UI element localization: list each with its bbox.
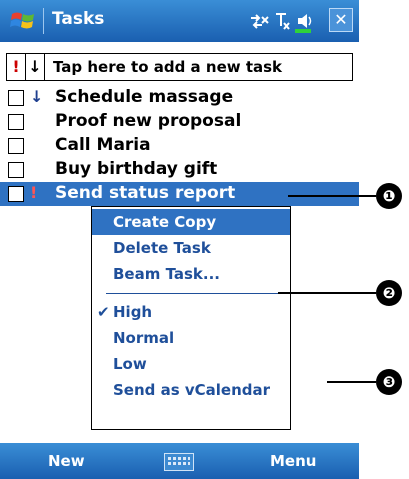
menu-item-label: Send as vCalendar (113, 381, 271, 399)
pocketpc-screen: Tasks ✕ ! ↓ Tap here to add a new task ↓ (0, 0, 359, 479)
task-row[interactable]: Buy birthday gift (0, 158, 359, 182)
add-task-hint[interactable]: Tap here to add a new task (53, 54, 282, 80)
speaker-icon (298, 14, 312, 28)
title-bar: Tasks ✕ (0, 0, 359, 42)
keyboard-icon[interactable] (164, 453, 194, 471)
battery-icon (295, 29, 311, 33)
signal-off-icon (276, 13, 290, 30)
menu-item-create-copy[interactable]: Create Copy (92, 209, 290, 235)
title-separator (43, 8, 44, 34)
menu-item-label: High (113, 303, 153, 321)
task-row[interactable]: Call Maria (0, 134, 359, 158)
status-icons[interactable] (248, 8, 326, 34)
task-row[interactable]: Proof new proposal (0, 110, 359, 134)
task-checkbox[interactable] (8, 186, 24, 202)
new-softkey[interactable]: New (48, 452, 85, 470)
priority-column-button[interactable]: ! (7, 54, 26, 80)
task-label[interactable]: Buy birthday gift (55, 159, 217, 179)
sort-column-button[interactable]: ↓ (26, 54, 45, 80)
task-label[interactable]: Schedule massage (55, 87, 233, 107)
high-priority-icon: ! (30, 183, 38, 202)
task-checkbox[interactable] (8, 114, 24, 130)
task-checkbox[interactable] (8, 138, 24, 154)
task-checkbox[interactable] (8, 90, 24, 106)
menu-item-delete-task[interactable]: Delete Task (92, 235, 290, 261)
callout-line (288, 195, 376, 197)
connectivity-icon (251, 14, 262, 29)
app-title: Tasks (52, 9, 105, 29)
menu-item-label: Beam Task... (113, 265, 220, 283)
menu-item-label: Normal (113, 329, 175, 347)
menu-item-label: Delete Task (113, 239, 211, 257)
menu-separator (106, 293, 278, 294)
task-checkbox[interactable] (8, 162, 24, 178)
task-label[interactable]: Call Maria (55, 135, 151, 155)
menu-item-label: Create Copy (113, 213, 217, 231)
menu-item-priority-normal[interactable]: Normal (92, 325, 290, 351)
menu-item-priority-high[interactable]: ✔ High (92, 299, 290, 325)
context-menu: Create Copy Delete Task Beam Task... ✔ H… (91, 206, 291, 430)
low-priority-icon: ↓ (30, 87, 44, 106)
task-label[interactable]: Proof new proposal (55, 111, 241, 131)
new-task-entry-bar[interactable]: ! ↓ Tap here to add a new task (6, 53, 353, 81)
task-row-selected[interactable]: ! Send status report (0, 182, 359, 206)
menu-item-priority-low[interactable]: Low (92, 351, 290, 377)
task-row[interactable]: ↓ Schedule massage (0, 86, 359, 110)
menu-item-label: Low (113, 355, 147, 373)
menu-item-send-vcalendar[interactable]: Send as vCalendar (92, 377, 290, 403)
task-label[interactable]: Send status report (55, 183, 235, 203)
menu-softkey[interactable]: Menu (270, 452, 316, 470)
x-mark-icon (261, 16, 269, 24)
callout-line (278, 292, 376, 294)
menu-item-beam-task[interactable]: Beam Task... (92, 261, 290, 287)
callout-3: ❸ (376, 369, 402, 395)
callout-2: ❷ (376, 280, 402, 306)
close-button[interactable]: ✕ (329, 8, 353, 32)
windows-start-icon[interactable] (10, 9, 36, 33)
checkmark-icon: ✔ (97, 303, 110, 321)
callout-1: ❶ (376, 183, 402, 209)
menu-bar: New Menu (0, 443, 359, 479)
callout-line (327, 381, 376, 383)
